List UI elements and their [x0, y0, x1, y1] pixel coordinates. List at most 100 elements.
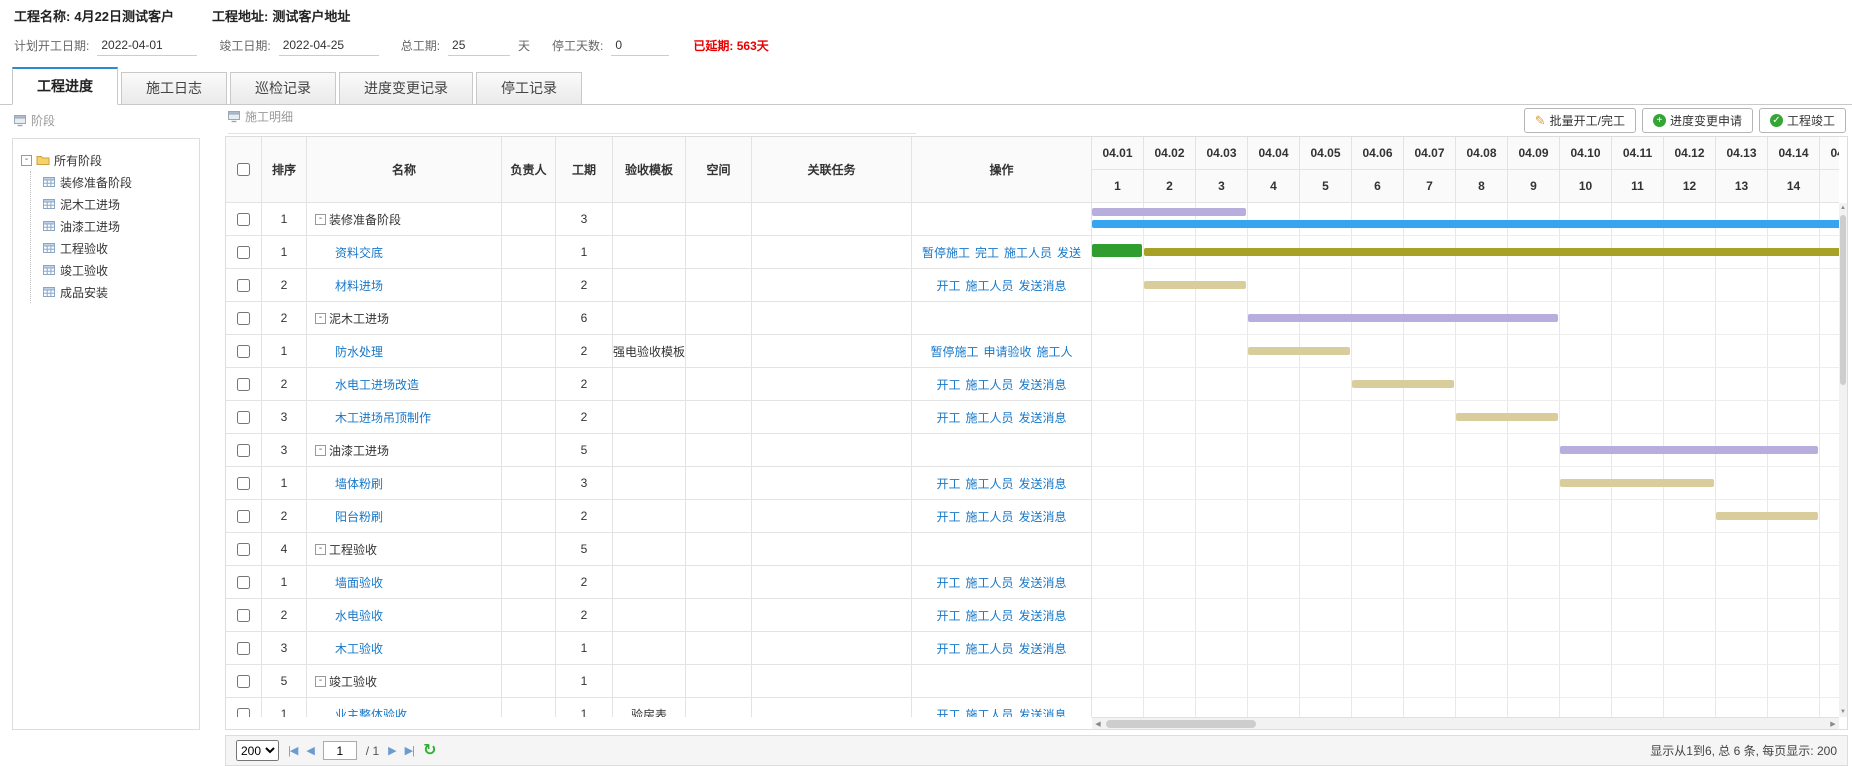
task-name-link[interactable]: 资料交底 [335, 244, 383, 261]
vertical-scrollbar-thumb[interactable] [1840, 215, 1846, 385]
horizontal-scrollbar[interactable]: ◀ ▶ [1092, 717, 1839, 729]
task-name-link[interactable]: 木工验收 [335, 640, 383, 657]
row-checkbox[interactable] [237, 246, 250, 259]
action-link[interactable]: 发送消息 [1019, 607, 1067, 624]
action-link[interactable]: 开工 [936, 574, 960, 591]
action-link[interactable]: 发送消息 [1019, 508, 1067, 525]
action-link[interactable]: 发送消息 [1019, 376, 1067, 393]
action-link[interactable]: 发送消息 [1019, 706, 1067, 718]
row-checkbox[interactable] [237, 279, 250, 292]
action-link[interactable]: 施工人员 [965, 508, 1013, 525]
stage-item-1[interactable]: 泥木工进场 [43, 193, 191, 215]
stage-item-4[interactable]: 竣工验收 [43, 259, 191, 281]
action-link[interactable]: 暂停施工 [922, 244, 970, 261]
task-name-link[interactable]: 水电验收 [335, 607, 383, 624]
action-link[interactable]: 施工人员 [965, 607, 1013, 624]
select-all-checkbox[interactable] [237, 163, 250, 176]
row-checkbox[interactable] [237, 312, 250, 325]
last-page-button[interactable]: ▶| [405, 744, 414, 757]
progress-change-request-button[interactable]: +进度变更申请 [1642, 108, 1753, 133]
action-link[interactable]: 开工 [936, 376, 960, 393]
row-checkbox[interactable] [237, 477, 250, 490]
horizontal-scrollbar-thumb[interactable] [1106, 720, 1256, 728]
tab-0[interactable]: 工程进度 [12, 67, 118, 105]
task-name-link[interactable]: 业主整体验收 [335, 706, 407, 718]
row-checkbox[interactable] [237, 609, 250, 622]
action-link[interactable]: 开工 [936, 508, 960, 525]
finish-date-input[interactable] [279, 34, 379, 56]
collapse-icon[interactable]: - [315, 445, 326, 456]
task-name-link[interactable]: 材料进场 [335, 277, 383, 294]
action-link[interactable]: 发送消息 [1019, 475, 1067, 492]
task-name-link[interactable]: 防水处理 [335, 343, 383, 360]
row-checkbox[interactable] [237, 708, 250, 718]
stage-item-0[interactable]: 装修准备阶段 [43, 171, 191, 193]
vertical-scrollbar[interactable]: ▲ ▼ [1839, 203, 1847, 717]
plan-start-input[interactable] [97, 34, 197, 56]
action-link[interactable]: 开工 [936, 706, 960, 718]
row-checkbox[interactable] [237, 576, 250, 589]
task-name-link[interactable]: 水电工进场改造 [335, 376, 419, 393]
collapse-icon[interactable]: - [315, 676, 326, 687]
action-link[interactable]: 施工人员 [965, 475, 1013, 492]
stage-tree-root[interactable]: - 所有阶段 [21, 149, 191, 171]
next-page-button[interactable]: ▶ [388, 744, 395, 757]
action-link[interactable]: 发送 [1057, 244, 1081, 261]
stop-days-input[interactable] [611, 34, 669, 56]
task-name-link[interactable]: 阳台粉刷 [335, 508, 383, 525]
action-link[interactable]: 发送消息 [1019, 409, 1067, 426]
tab-1[interactable]: 施工日志 [121, 72, 227, 105]
stage-item-5[interactable]: 成品安装 [43, 281, 191, 303]
scroll-right-icon[interactable]: ▶ [1827, 718, 1839, 729]
tab-4[interactable]: 停工记录 [476, 72, 582, 105]
page-number-input[interactable] [323, 741, 357, 760]
tab-2[interactable]: 巡检记录 [230, 72, 336, 105]
row-checkbox[interactable] [237, 510, 250, 523]
task-name-link[interactable]: 木工进场吊顶制作 [335, 409, 431, 426]
scroll-up-icon[interactable]: ▲ [1839, 203, 1847, 213]
project-completion-button[interactable]: ✓工程竣工 [1759, 108, 1846, 133]
row-checkbox[interactable] [237, 543, 250, 556]
action-link[interactable]: 施工人员 [965, 376, 1013, 393]
row-checkbox[interactable] [237, 642, 250, 655]
row-checkbox[interactable] [237, 444, 250, 457]
action-link[interactable]: 施工人员 [965, 409, 1013, 426]
collapse-icon[interactable]: - [315, 313, 326, 324]
task-name-link[interactable]: 墙面验收 [335, 574, 383, 591]
row-checkbox[interactable] [237, 411, 250, 424]
scroll-down-icon[interactable]: ▼ [1839, 707, 1847, 717]
page-size-select[interactable]: 200 [236, 740, 279, 761]
action-link[interactable]: 开工 [936, 409, 960, 426]
row-checkbox[interactable] [237, 378, 250, 391]
action-link[interactable]: 施工人 [1037, 343, 1073, 360]
action-link[interactable]: 施工人员 [965, 277, 1013, 294]
collapse-icon[interactable]: - [315, 544, 326, 555]
prev-page-button[interactable]: ◀ [306, 744, 313, 757]
action-link[interactable]: 施工人员 [1004, 244, 1052, 261]
tab-3[interactable]: 进度变更记录 [339, 72, 473, 105]
task-name-link[interactable]: 墙体粉刷 [335, 475, 383, 492]
refresh-icon[interactable]: ↻ [423, 743, 436, 759]
action-link[interactable]: 开工 [936, 277, 960, 294]
action-link[interactable]: 开工 [936, 607, 960, 624]
action-link[interactable]: 施工人员 [965, 706, 1013, 718]
stage-item-2[interactable]: 油漆工进场 [43, 215, 191, 237]
action-link[interactable]: 完工 [975, 244, 999, 261]
action-link[interactable]: 施工人员 [965, 574, 1013, 591]
batch-start-complete-button[interactable]: ✎批量开工/完工 [1524, 108, 1636, 133]
stage-item-3[interactable]: 工程验收 [43, 237, 191, 259]
action-link[interactable]: 发送消息 [1019, 277, 1067, 294]
collapse-icon[interactable]: - [315, 214, 326, 225]
action-link[interactable]: 发送消息 [1019, 640, 1067, 657]
row-checkbox[interactable] [237, 213, 250, 226]
action-link[interactable]: 发送消息 [1019, 574, 1067, 591]
action-link[interactable]: 申请验收 [983, 343, 1031, 360]
total-duration-input[interactable] [448, 34, 510, 56]
action-link[interactable]: 暂停施工 [930, 343, 978, 360]
first-page-button[interactable]: |◀ [288, 744, 297, 757]
scroll-left-icon[interactable]: ◀ [1092, 718, 1104, 729]
row-checkbox[interactable] [237, 345, 250, 358]
action-link[interactable]: 施工人员 [965, 640, 1013, 657]
action-link[interactable]: 开工 [936, 640, 960, 657]
row-checkbox[interactable] [237, 675, 250, 688]
